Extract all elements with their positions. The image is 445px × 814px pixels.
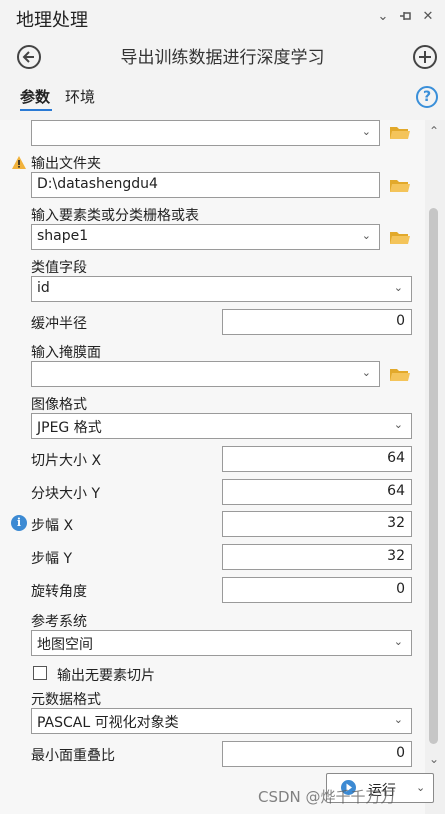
pin-icon[interactable] bbox=[397, 9, 415, 27]
image-format-label: 图像格式 bbox=[31, 397, 87, 413]
image-format-dropdown[interactable]: JPEG 格式 ⌄ bbox=[31, 413, 412, 439]
chevron-down-icon: ⌄ bbox=[361, 125, 371, 138]
help-icon[interactable]: ? bbox=[416, 86, 438, 108]
tile-size-y-label: 分块大小 Y bbox=[31, 486, 101, 502]
chevron-down-icon: ⌄ bbox=[393, 713, 403, 726]
scrollbar-thumb[interactable] bbox=[429, 208, 438, 744]
chevron-down-icon[interactable]: ⌄ bbox=[374, 9, 392, 24]
chevron-down-icon: ⌄ bbox=[393, 418, 403, 431]
min-overlap-input[interactable]: 0 bbox=[222, 741, 412, 767]
rotation-label: 旋转角度 bbox=[31, 584, 87, 600]
input-features-label: 输入要素类或分类栅格或表 bbox=[31, 208, 199, 224]
warning-icon bbox=[12, 156, 26, 169]
tab-parameters[interactable]: 参数 bbox=[20, 86, 50, 107]
watermark: CSDN @烨千千万万 bbox=[258, 788, 396, 806]
folder-icon[interactable] bbox=[389, 229, 411, 246]
scroll-up-icon[interactable]: ⌃ bbox=[428, 124, 440, 138]
folder-icon[interactable] bbox=[389, 124, 411, 141]
top-dropdown[interactable]: ⌄ bbox=[31, 120, 380, 146]
scroll-down-icon[interactable]: ⌄ bbox=[428, 752, 440, 766]
stride-x-label: 步幅 X bbox=[31, 518, 74, 534]
rotation-input[interactable]: 0 bbox=[222, 577, 412, 603]
tab-environments[interactable]: 环境 bbox=[65, 86, 95, 107]
stride-y-input[interactable]: 32 bbox=[222, 544, 412, 570]
chevron-down-icon: ⌄ bbox=[361, 229, 371, 242]
folder-icon[interactable] bbox=[389, 366, 411, 383]
metadata-format-label: 元数据格式 bbox=[31, 692, 101, 708]
chevron-down-icon: ⌄ bbox=[393, 281, 403, 294]
metadata-format-dropdown[interactable]: PASCAL 可视化对象类 ⌄ bbox=[31, 708, 412, 734]
no-feature-tiles-checkbox[interactable] bbox=[33, 666, 47, 680]
no-feature-tiles-label: 输出无要素切片 bbox=[57, 668, 155, 684]
tile-size-x-input[interactable]: 64 bbox=[222, 446, 412, 472]
reference-system-label: 参考系统 bbox=[31, 614, 87, 630]
tile-size-x-label: 切片大小 X bbox=[31, 453, 102, 469]
output-folder-label: 输出文件夹 bbox=[31, 156, 101, 172]
tile-size-y-input[interactable]: 64 bbox=[222, 479, 412, 505]
min-overlap-label: 最小面重叠比 bbox=[31, 748, 115, 764]
folder-icon[interactable] bbox=[389, 177, 411, 194]
stride-y-label: 步幅 Y bbox=[31, 551, 73, 567]
output-folder-input[interactable]: D:\datashengdu4 bbox=[31, 172, 380, 198]
chevron-down-icon: ⌄ bbox=[393, 635, 403, 648]
buffer-radius-label: 缓冲半径 bbox=[31, 316, 87, 332]
add-button[interactable] bbox=[413, 45, 437, 69]
active-tab-indicator bbox=[20, 109, 52, 111]
pane-title: 地理处理 bbox=[16, 10, 88, 31]
close-icon[interactable]: ✕ bbox=[419, 9, 437, 24]
class-field-label: 类值字段 bbox=[31, 260, 87, 276]
buffer-radius-input[interactable]: 0 bbox=[222, 309, 412, 335]
mask-label: 输入掩膜面 bbox=[31, 345, 101, 361]
chevron-down-icon[interactable]: ⌄ bbox=[416, 781, 425, 794]
mask-dropdown[interactable]: ⌄ bbox=[31, 361, 380, 387]
chevron-down-icon: ⌄ bbox=[361, 366, 371, 379]
info-icon[interactable]: i bbox=[11, 515, 27, 531]
stride-x-input[interactable]: 32 bbox=[222, 511, 412, 537]
class-field-dropdown[interactable]: id ⌄ bbox=[31, 276, 412, 302]
reference-system-dropdown[interactable]: 地图空间 ⌄ bbox=[31, 630, 412, 656]
tool-title: 导出训练数据进行深度学习 bbox=[120, 48, 325, 68]
input-features-dropdown[interactable]: shape1 ⌄ bbox=[31, 224, 380, 250]
